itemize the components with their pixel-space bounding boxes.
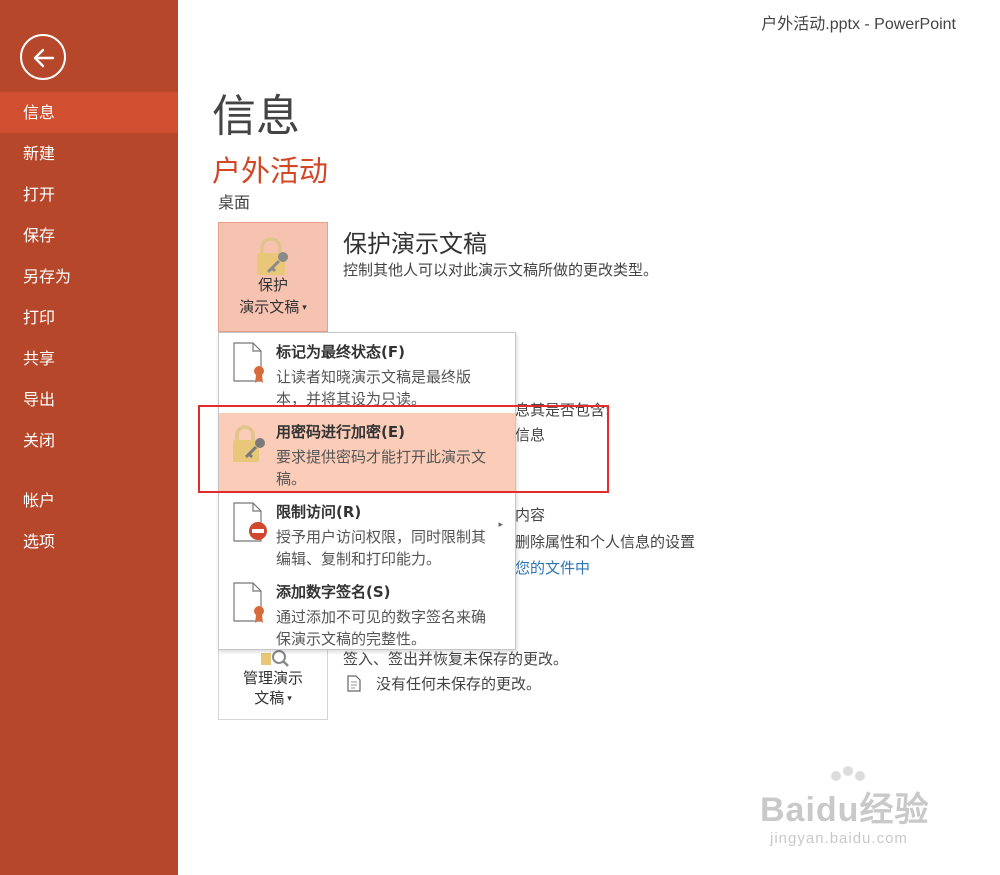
menu-item-title: 限制访问(R) — [276, 503, 362, 521]
lock-key-icon — [257, 237, 288, 275]
nav-save[interactable]: 保存 — [0, 215, 178, 256]
menu-item-title: 标记为最终状态(F) — [276, 343, 405, 361]
inspect-partial-content: 内容 — [515, 506, 546, 524]
baidu-watermark: Baidu经验 jingyan.baidu.com — [760, 766, 960, 852]
inspect-partial-settings: 删除属性和个人信息的设置 — [515, 533, 696, 551]
backstage-sidebar: 信息 新建 打开 保存 另存为 打印 共享 导出 关闭 帐户 选项 — [0, 0, 178, 875]
menu-item-description: 让读者知晓演示文稿是最终版本，并将其设为只读。 — [276, 368, 472, 408]
nav-options[interactable]: 选项 — [0, 521, 178, 562]
protect-button-line2-wrap: 演示文稿 ▾ — [219, 297, 327, 318]
no-unsaved-changes-text: 没有任何未保存的更改。 — [376, 675, 542, 693]
protect-section-description: 控制其他人可以对此演示文稿所做的更改类型。 — [343, 261, 659, 279]
menu-item-title: 添加数字签名(S) — [276, 583, 391, 601]
window-title: 户外活动.pptx - PowerPoint — [761, 16, 956, 33]
manage-button-line2: 文稿 — [254, 689, 285, 707]
protect-button-line2: 演示文稿 — [239, 298, 300, 316]
page-title: 信息 — [212, 91, 300, 142]
chevron-down-icon: ▾ — [302, 302, 307, 313]
document-ribbon-icon — [233, 582, 264, 623]
menu-item-mark-final[interactable]: 标记为最终状态(F) 让读者知晓演示文稿是最终版本，并将其设为只读。 — [219, 333, 515, 413]
nav-print[interactable]: 打印 — [0, 297, 178, 338]
unsaved-document-icon — [347, 675, 361, 692]
protect-section-title: 保护演示文稿 — [343, 230, 487, 258]
watermark-sub: jingyan.baidu.com — [770, 830, 908, 847]
nav-share[interactable]: 共享 — [0, 338, 178, 379]
nav-account[interactable]: 帐户 — [0, 480, 178, 521]
menu-item-restrict-access[interactable]: 限制访问(R) 授予用户访问权限，同时限制其编辑、复制和打印能力。 ▸ — [219, 493, 515, 573]
document-name: 户外活动 — [212, 154, 329, 188]
nav-info[interactable]: 信息 — [0, 92, 178, 133]
chevron-right-icon: ▸ — [498, 520, 503, 530]
nav-save-as[interactable]: 另存为 — [0, 256, 178, 297]
chevron-down-icon: ▾ — [287, 693, 292, 704]
protect-button-line1: 保护 — [257, 276, 288, 294]
back-button[interactable] — [20, 34, 66, 80]
nav-new[interactable]: 新建 — [0, 133, 178, 174]
nav-open[interactable]: 打开 — [0, 174, 178, 215]
nav-export[interactable]: 导出 — [0, 379, 178, 420]
document-location[interactable]: 桌面 — [218, 189, 250, 213]
protect-presentation-button[interactable]: 保护 演示文稿 ▾ — [218, 222, 328, 332]
manage-button-line2-wrap: 文稿 ▾ — [219, 688, 327, 709]
menu-item-description: 授予用户访问权限，同时限制其编辑、复制和打印能力。 — [276, 528, 487, 568]
inspect-partial-link[interactable]: 您的文件中 — [515, 557, 590, 578]
menu-item-description: 通过添加不可见的数字签名来确保演示文稿的完整性。 — [276, 608, 487, 648]
arrow-left-icon — [33, 48, 55, 68]
watermark-main: Baidu经验 — [760, 791, 930, 829]
nav-close[interactable]: 关闭 — [0, 420, 178, 461]
document-ribbon-icon — [233, 342, 264, 383]
menu-item-add-digital-signature[interactable]: 添加数字签名(S) 通过添加不可见的数字签名来确保演示文稿的完整性。 — [219, 573, 515, 653]
document-restrict-icon — [233, 502, 267, 542]
annotation-highlight-box — [198, 405, 609, 493]
manage-button-line1: 管理演示 — [242, 669, 303, 687]
